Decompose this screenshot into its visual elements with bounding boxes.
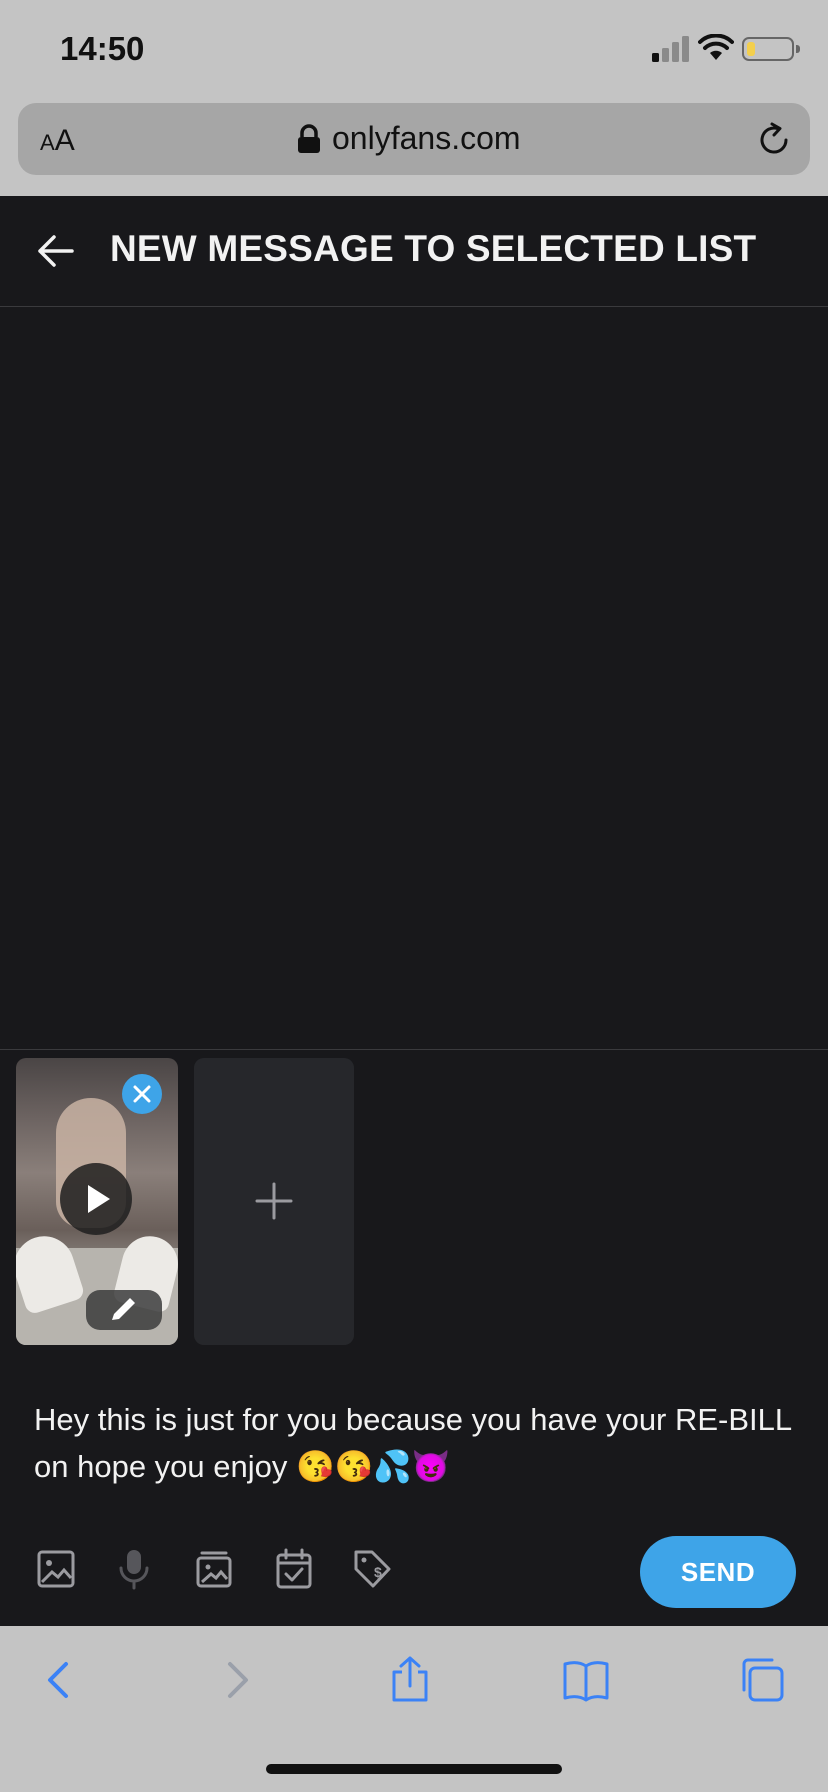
reload-icon[interactable] xyxy=(756,122,792,158)
share-icon[interactable] xyxy=(386,1656,434,1704)
page-title: NEW MESSAGE TO SELECTED LIST xyxy=(110,228,757,269)
text-size-button[interactable]: AA xyxy=(40,124,75,158)
send-button[interactable]: SEND xyxy=(640,1536,796,1608)
battery-icon xyxy=(742,37,794,61)
signal-icon xyxy=(652,36,689,62)
tabs-icon[interactable] xyxy=(738,1656,786,1704)
wifi-icon xyxy=(698,34,734,60)
microphone-icon[interactable] xyxy=(114,1548,154,1590)
lock-icon xyxy=(298,124,320,153)
message-input[interactable]: Hey this is just for you because you hav… xyxy=(34,1396,794,1490)
back-icon[interactable] xyxy=(36,1656,84,1704)
price-tag-icon[interactable]: $ xyxy=(352,1548,392,1590)
home-indicator xyxy=(266,1764,562,1774)
url-text[interactable]: onlyfans.com xyxy=(332,120,521,157)
add-media-button[interactable] xyxy=(194,1058,354,1345)
composer-divider xyxy=(0,1049,828,1050)
back-arrow-icon[interactable] xyxy=(36,233,76,269)
schedule-icon[interactable] xyxy=(274,1548,314,1590)
play-icon[interactable] xyxy=(60,1163,132,1235)
image-icon[interactable] xyxy=(36,1548,76,1590)
bookmarks-icon[interactable] xyxy=(562,1656,610,1704)
remove-media-button[interactable] xyxy=(122,1074,162,1114)
svg-text:$: $ xyxy=(374,1564,382,1580)
vault-icon[interactable] xyxy=(194,1548,234,1590)
edit-media-button[interactable] xyxy=(86,1290,162,1330)
status-time: 14:50 xyxy=(60,30,145,67)
forward-icon[interactable] xyxy=(212,1656,260,1704)
